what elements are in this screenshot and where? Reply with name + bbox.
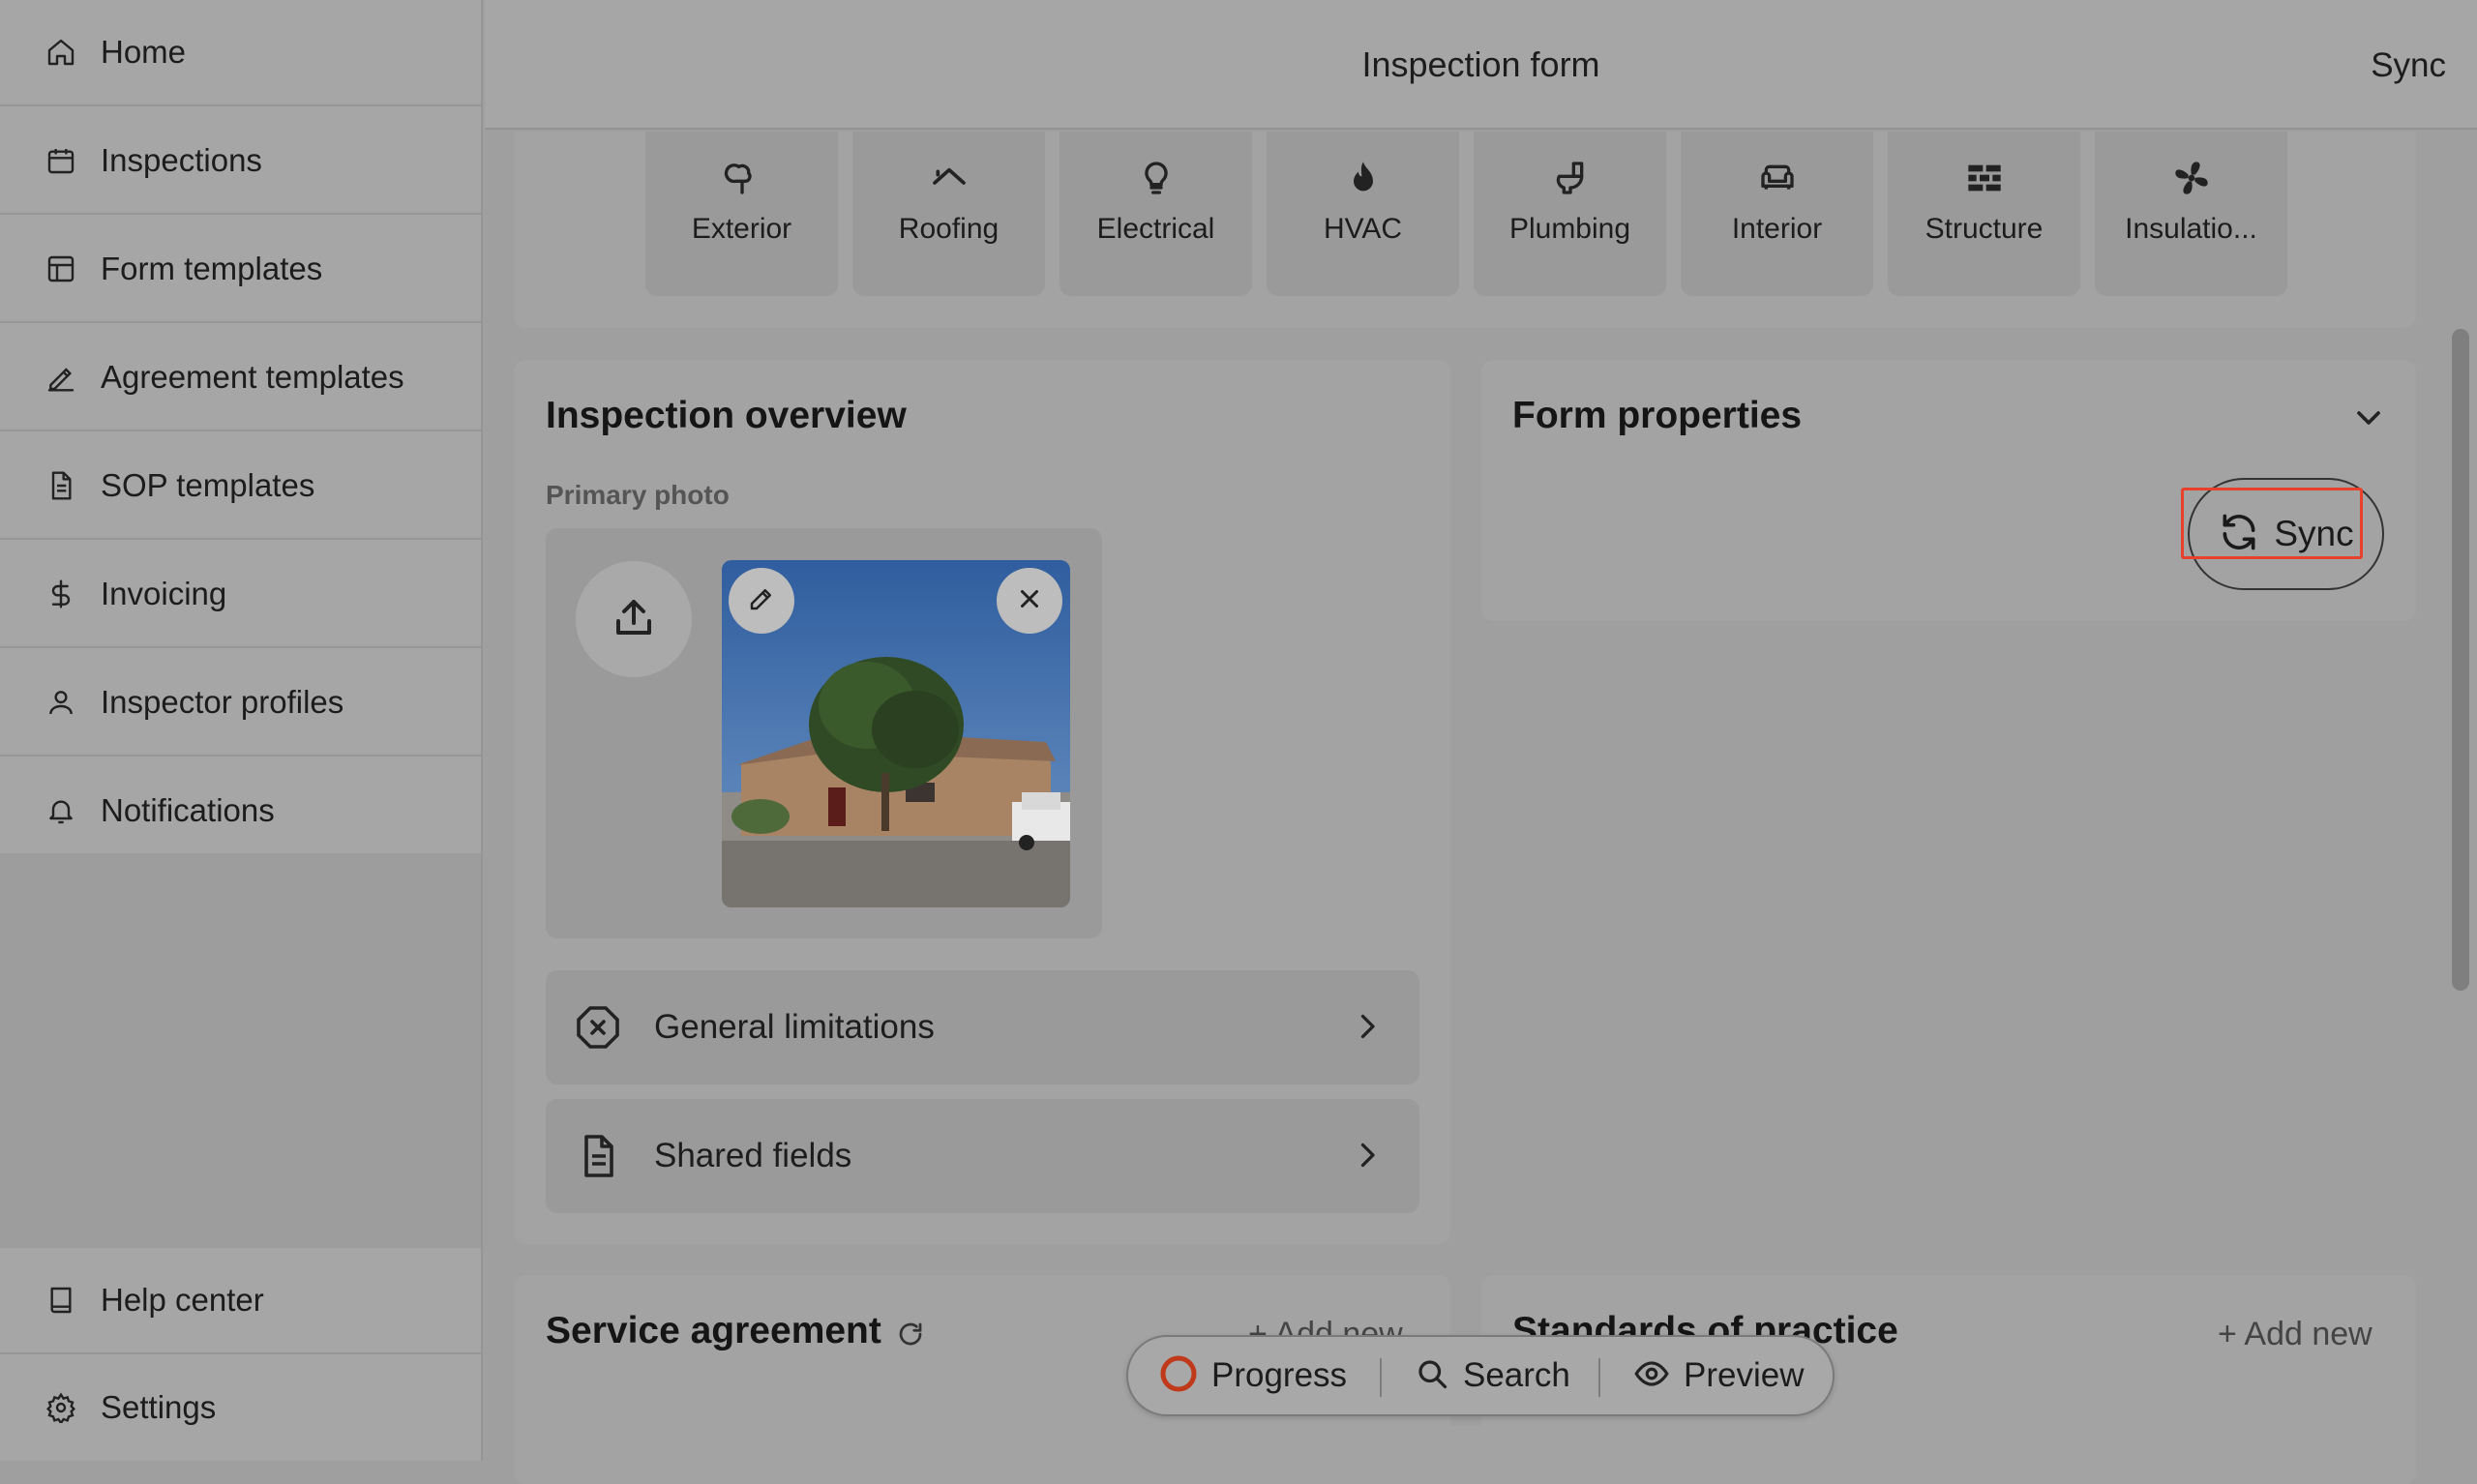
edit-photo-button[interactable] xyxy=(729,568,794,634)
chevron-down-icon xyxy=(2349,411,2388,441)
shared-fields-row[interactable]: Shared fields xyxy=(546,1099,1419,1213)
sofa-icon xyxy=(1756,157,1799,199)
refresh-icon[interactable] xyxy=(896,1320,925,1349)
inspection-overview-title: Inspection overview xyxy=(546,395,907,436)
page-title: Inspection form xyxy=(1361,45,1600,84)
chevron-right-icon xyxy=(1350,1138,1385,1172)
header-sync-button[interactable]: Sync xyxy=(2371,46,2446,85)
divider xyxy=(1380,1358,1382,1397)
document-icon xyxy=(575,1133,621,1179)
sidebar-item-inspections[interactable]: Inspections xyxy=(0,108,481,215)
category-label: Structure xyxy=(1925,213,2044,245)
dollar-icon xyxy=(45,578,77,610)
sidebar-item-label: Form templates xyxy=(101,251,323,286)
sidebar-item-label: Agreement templates xyxy=(101,359,404,395)
home-icon xyxy=(45,36,77,69)
sidebar-item-invoicing[interactable]: Invoicing xyxy=(0,542,481,648)
general-limitations-row[interactable]: General limitations xyxy=(546,970,1419,1084)
search-icon xyxy=(1415,1356,1449,1396)
row-label: Shared fields xyxy=(654,1137,852,1174)
category-electrical[interactable]: Electrical xyxy=(1059,132,1252,296)
calendar-icon xyxy=(45,144,77,177)
sidebar-item-label: Home xyxy=(101,34,187,70)
book-icon xyxy=(45,1284,77,1317)
sidebar-item-label: Inspections xyxy=(101,142,262,178)
circle-x-icon xyxy=(575,1004,621,1051)
preview-button[interactable]: Preview xyxy=(1633,1337,1804,1414)
pencil-icon xyxy=(747,584,776,618)
sidebar-spacer xyxy=(0,853,481,1248)
sidebar-item-form-templates[interactable]: Form templates xyxy=(0,217,481,323)
category-label: HVAC xyxy=(1323,213,1403,245)
category-label: Electrical xyxy=(1096,213,1215,245)
signature-icon xyxy=(45,361,77,394)
category-label: Interior xyxy=(1731,213,1823,245)
category-plumbing[interactable]: Plumbing xyxy=(1474,132,1666,296)
main-scrollbar-thumb[interactable] xyxy=(2452,329,2469,991)
eye-icon xyxy=(1633,1355,1670,1397)
category-insulation[interactable]: Insulatio... xyxy=(2095,132,2287,296)
category-label: Roofing xyxy=(898,213,1000,245)
fan-icon xyxy=(2170,157,2213,199)
sidebar-item-label: Inspector profiles xyxy=(101,684,344,720)
form-properties-sync-button[interactable]: Sync xyxy=(2188,478,2384,590)
search-label: Search xyxy=(1463,1356,1570,1394)
divider xyxy=(1598,1358,1600,1397)
sidebar-item-agreement-templates[interactable]: Agreement templates xyxy=(0,325,481,431)
category-hvac[interactable]: HVAC xyxy=(1267,132,1459,296)
toilet-icon xyxy=(1549,157,1592,199)
primary-photo-label: Primary photo xyxy=(546,480,730,510)
lightbulb-icon xyxy=(1135,157,1178,199)
category-interior[interactable]: Interior xyxy=(1681,132,1873,296)
top-header: Inspection form Sync xyxy=(485,0,2477,130)
sidebar: Home Inspections Form templates Agreemen… xyxy=(0,0,483,1461)
upload-icon xyxy=(611,594,657,645)
sidebar-item-settings[interactable]: Settings xyxy=(0,1354,481,1461)
progress-ring-icon xyxy=(1159,1354,1198,1398)
search-button[interactable]: Search xyxy=(1415,1337,1570,1414)
category-label: Plumbing xyxy=(1508,213,1631,245)
sidebar-item-label: Invoicing xyxy=(101,576,227,611)
category-structure[interactable]: Structure xyxy=(1888,132,2080,296)
sidebar-item-home[interactable]: Home xyxy=(0,0,481,106)
sidebar-item-label: Settings xyxy=(101,1389,217,1425)
bricks-icon xyxy=(1963,157,2006,199)
gear-icon xyxy=(45,1391,77,1424)
user-icon xyxy=(45,686,77,719)
progress-label: Progress xyxy=(1211,1356,1348,1394)
bell-icon xyxy=(45,794,77,827)
remove-photo-button[interactable] xyxy=(997,568,1062,634)
row-label: General limitations xyxy=(654,1008,935,1046)
close-icon xyxy=(1015,584,1044,618)
preview-label: Preview xyxy=(1684,1356,1805,1394)
collapse-form-properties-button[interactable] xyxy=(2349,399,2388,437)
sidebar-item-label: Help center xyxy=(101,1282,264,1318)
sidebar-item-sop-templates[interactable]: SOP templates xyxy=(0,433,481,540)
category-roofing[interactable]: Roofing xyxy=(852,132,1045,296)
document-icon xyxy=(45,469,77,502)
template-icon xyxy=(45,252,77,285)
sidebar-item-notifications[interactable]: Notifications xyxy=(0,758,481,865)
form-properties-title: Form properties xyxy=(1512,395,1803,436)
sidebar-item-inspector-profiles[interactable]: Inspector profiles xyxy=(0,650,481,757)
sidebar-item-label: SOP templates xyxy=(101,467,315,503)
service-agreement-title: Service agreement xyxy=(546,1310,881,1351)
next-card xyxy=(514,1426,2416,1484)
tree-icon xyxy=(721,157,763,199)
chevron-right-icon xyxy=(1350,1009,1385,1044)
sidebar-item-help-center[interactable]: Help center xyxy=(0,1248,481,1354)
bottom-action-bar: Progress Search Preview xyxy=(1126,1335,1835,1416)
category-label: Insulatio... xyxy=(2125,213,2257,245)
sidebar-item-label: Notifications xyxy=(101,792,275,828)
category-exterior[interactable]: Exterior xyxy=(645,132,838,296)
refresh-icon xyxy=(2218,511,2260,558)
progress-button[interactable]: Progress xyxy=(1159,1337,1347,1414)
category-label: Exterior xyxy=(691,213,792,245)
sync-label: Sync xyxy=(2274,514,2354,553)
roof-icon xyxy=(928,157,970,199)
standards-add-new-button[interactable]: + Add new xyxy=(2218,1316,2373,1353)
flame-icon xyxy=(1342,157,1385,199)
upload-photo-button[interactable] xyxy=(576,561,692,677)
